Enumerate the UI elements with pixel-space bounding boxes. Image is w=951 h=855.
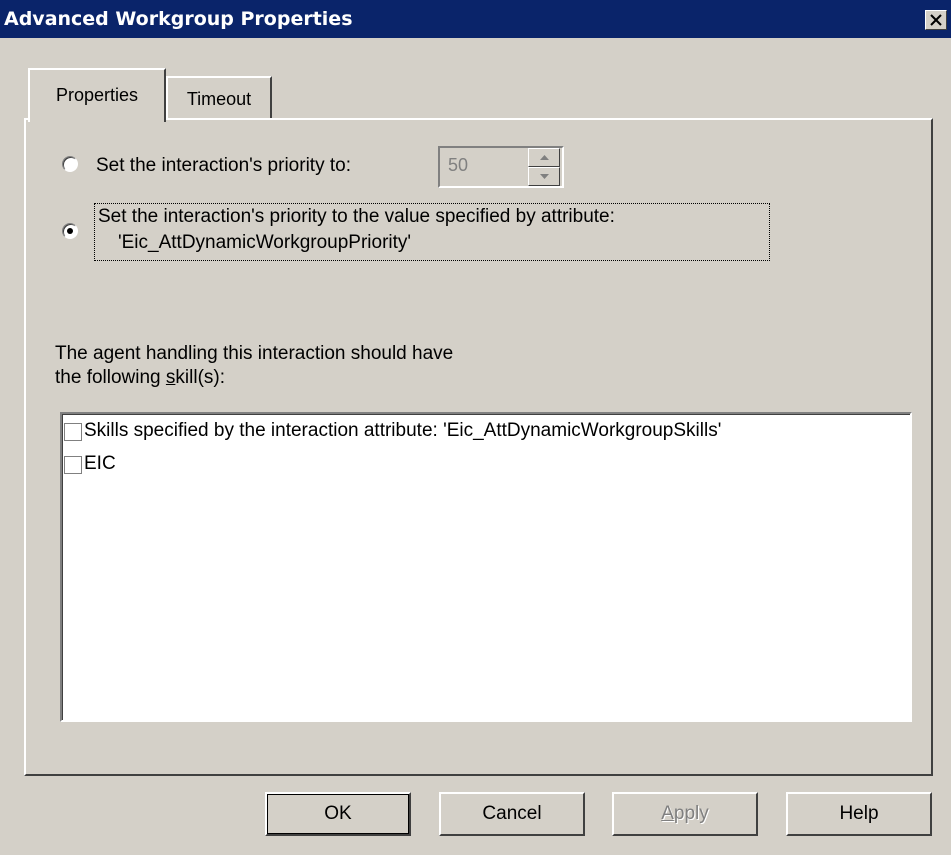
tab-timeout[interactable]: Timeout bbox=[166, 76, 272, 118]
title-bar[interactable]: Advanced Workgroup Properties bbox=[0, 0, 951, 38]
skill-label: EIC bbox=[84, 453, 116, 474]
ok-button[interactable]: OK bbox=[265, 792, 411, 836]
skill-label: Skills specified by the interaction attr… bbox=[84, 420, 722, 441]
skills-label-line1: The agent handling this interaction shou… bbox=[55, 343, 454, 364]
chevron-up-icon bbox=[540, 155, 549, 160]
skill-checkbox[interactable] bbox=[64, 456, 82, 474]
priority-attribute-label: Set the interaction's priority to the va… bbox=[98, 206, 615, 227]
window-title: Advanced Workgroup Properties bbox=[4, 8, 353, 30]
tab-properties[interactable]: Properties bbox=[28, 68, 166, 122]
skills-label-mnemonic: s bbox=[165, 367, 176, 388]
skills-label-line2: the following skill(s): bbox=[55, 367, 225, 389]
skills-label-suffix: kill(s): bbox=[175, 367, 226, 388]
skills-label-prefix: the following bbox=[55, 367, 166, 388]
priority-attribute-name: 'Eic_AttDynamicWorkgroupPriority' bbox=[118, 232, 412, 253]
skills-list[interactable]: Skills specified by the interaction attr… bbox=[60, 412, 912, 722]
help-button[interactable]: Help bbox=[786, 792, 932, 836]
priority-attribute-radio[interactable] bbox=[62, 223, 78, 239]
tab-properties-label: Properties bbox=[55, 85, 139, 105]
tab-timeout-label: Timeout bbox=[186, 89, 252, 109]
priority-spinner[interactable]: 50 bbox=[438, 146, 564, 188]
radio-selected-dot bbox=[67, 228, 73, 234]
skill-checkbox[interactable] bbox=[64, 423, 82, 441]
apply-mnemonic: A bbox=[661, 803, 674, 824]
priority-spinner-value: 50 bbox=[448, 155, 469, 175]
apply-button[interactable]: Apply bbox=[612, 792, 758, 836]
apply-rest: pply bbox=[673, 803, 709, 824]
cancel-button[interactable]: Cancel bbox=[439, 792, 585, 836]
priority-fixed-label: Set the interaction's priority to: bbox=[96, 155, 351, 176]
chevron-down-icon bbox=[540, 174, 549, 179]
spinner-down-button[interactable] bbox=[528, 167, 560, 186]
spinner-up-button[interactable] bbox=[528, 148, 560, 167]
dialog-window: Advanced Workgroup Properties Properties… bbox=[0, 0, 951, 855]
priority-fixed-radio[interactable] bbox=[62, 156, 78, 172]
close-button[interactable] bbox=[925, 10, 947, 30]
close-icon bbox=[930, 14, 942, 26]
